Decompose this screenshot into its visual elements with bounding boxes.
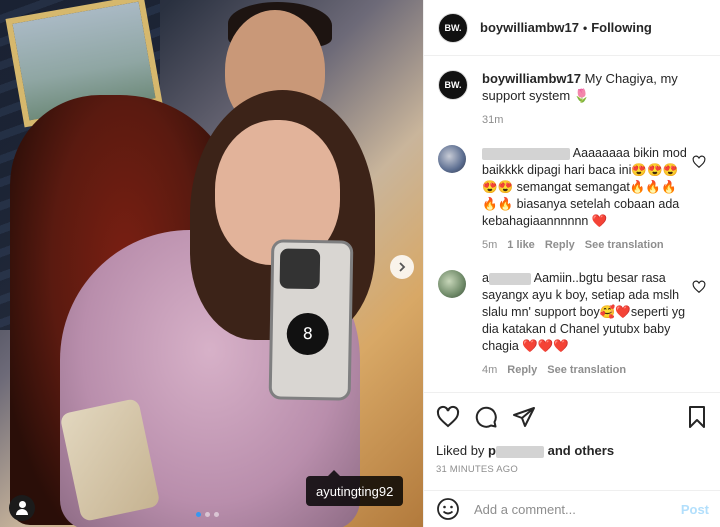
caption-username[interactable]: boywilliambw17 bbox=[482, 71, 581, 86]
header-username[interactable]: boywilliambw17 bbox=[480, 20, 579, 35]
emoji-icon[interactable] bbox=[436, 497, 460, 521]
reply-button[interactable]: Reply bbox=[545, 237, 575, 254]
comment-time: 5m bbox=[482, 239, 498, 251]
post-side-panel: BW. boywilliambw17 • Following BW. boywi… bbox=[423, 0, 720, 527]
post-comment-button[interactable]: Post bbox=[681, 502, 709, 517]
commenter-avatar[interactable] bbox=[438, 270, 466, 298]
caption-avatar[interactable]: BW. bbox=[438, 70, 468, 100]
caption-time: 31m bbox=[482, 114, 504, 126]
comment-item: a Aamiin..bgtu besar rasa sayangx ayu k … bbox=[438, 270, 706, 379]
comments-section[interactable]: BW. boywilliambw17 My Chagiya, my suppor… bbox=[424, 56, 720, 386]
next-photo-button[interactable] bbox=[390, 255, 414, 279]
likes-prefix: Liked by bbox=[436, 443, 485, 458]
comment-input[interactable]: Add a comment... bbox=[474, 502, 681, 517]
carousel-dot bbox=[205, 512, 210, 517]
see-translation-button[interactable]: See translation bbox=[585, 237, 664, 254]
post-header: BW. boywilliambw17 • Following bbox=[424, 0, 720, 56]
redacted-username[interactable] bbox=[496, 445, 544, 458]
comment-likes[interactable]: 1 like bbox=[507, 237, 535, 254]
commenter-avatar[interactable] bbox=[438, 145, 466, 173]
user-icon bbox=[18, 501, 26, 508]
photo-phone-8ball: 8 bbox=[286, 312, 330, 356]
comment-composer: Add a comment... Post bbox=[424, 490, 720, 527]
bookmark-icon[interactable] bbox=[685, 405, 709, 429]
post-timestamp: 31 MINUTES AGO bbox=[436, 464, 518, 475]
chevron-right-icon bbox=[399, 262, 406, 272]
caption: BW. boywilliambw17 My Chagiya, my suppor… bbox=[438, 70, 706, 129]
carousel-dot bbox=[214, 512, 219, 517]
redacted-username[interactable] bbox=[488, 272, 531, 285]
redacted-username[interactable] bbox=[482, 147, 570, 160]
avatar[interactable]: BW. bbox=[438, 12, 468, 43]
tagged-users-button[interactable] bbox=[9, 495, 35, 521]
photo-phone: 8 bbox=[268, 239, 354, 401]
likes-others[interactable]: and others bbox=[548, 443, 614, 458]
share-icon[interactable] bbox=[512, 405, 536, 429]
follow-status-button[interactable]: Following bbox=[591, 20, 652, 35]
commenter-username-prefix[interactable]: a bbox=[482, 271, 489, 285]
comment-bubble-icon[interactable] bbox=[474, 405, 498, 429]
post-photo[interactable]: 8 ayutingting92 bbox=[0, 0, 423, 527]
liker-initial[interactable]: p bbox=[488, 443, 496, 458]
carousel-dot bbox=[196, 512, 201, 517]
heart-icon[interactable] bbox=[692, 280, 706, 294]
photo-user-tag[interactable]: ayutingting92 bbox=[306, 470, 404, 506]
header-separator: • bbox=[582, 20, 588, 35]
reply-button[interactable]: Reply bbox=[507, 362, 537, 379]
post-actions: Liked by p and others 31 MINUTES AGO bbox=[424, 392, 720, 475]
carousel-indicator bbox=[196, 512, 219, 517]
comment-item: Aaaaaaaa bikin mod baikkkk dipagi hari b… bbox=[438, 145, 706, 254]
photo-phone-camera bbox=[279, 248, 321, 290]
see-translation-button[interactable]: See translation bbox=[547, 362, 626, 379]
like-heart-icon[interactable] bbox=[436, 405, 460, 429]
comment-time: 4m bbox=[482, 364, 498, 376]
heart-icon[interactable] bbox=[692, 155, 706, 169]
likes-summary[interactable]: Liked by p and others bbox=[436, 443, 709, 458]
